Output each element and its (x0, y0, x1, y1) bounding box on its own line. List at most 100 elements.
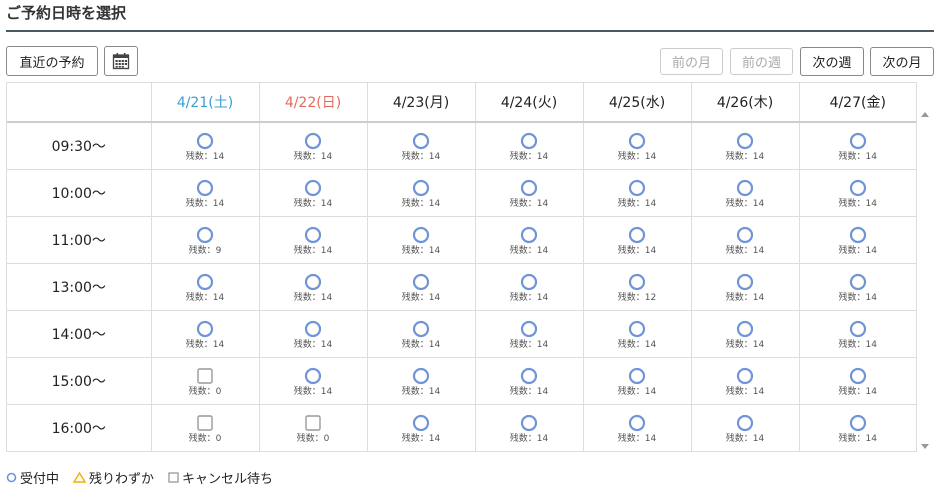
time-slot-cell[interactable]: 残数：14 (582, 404, 692, 451)
time-slot-cell[interactable]: 残数：14 (366, 404, 476, 451)
available-circle-icon[interactable] (412, 414, 430, 432)
time-slot-cell[interactable]: 残数：14 (798, 404, 916, 451)
time-slot-cell[interactable]: 残数：14 (798, 310, 916, 358)
available-circle-icon[interactable] (849, 414, 867, 432)
available-circle-icon[interactable] (849, 226, 867, 244)
time-slot-cell[interactable]: 残数：14 (582, 216, 692, 264)
time-slot-cell[interactable]: 残数：14 (150, 263, 260, 311)
time-slot-cell[interactable]: 残数：14 (690, 404, 800, 451)
time-slot-cell[interactable]: 残数：14 (366, 310, 476, 358)
available-circle-icon[interactable] (196, 226, 214, 244)
time-slot-cell[interactable]: 残数：14 (690, 310, 800, 358)
available-circle-icon[interactable] (628, 367, 646, 385)
available-circle-icon[interactable] (196, 132, 214, 150)
available-circle-icon[interactable] (304, 132, 322, 150)
time-slot-cell[interactable]: 残数：14 (258, 310, 368, 358)
available-circle-icon[interactable] (412, 273, 430, 291)
available-circle-icon[interactable] (849, 132, 867, 150)
scroll-up-arrow-icon[interactable] (921, 112, 929, 117)
available-circle-icon[interactable] (304, 273, 322, 291)
calendar-button[interactable] (104, 46, 138, 76)
available-circle-icon[interactable] (412, 320, 430, 338)
available-circle-icon[interactable] (736, 273, 754, 291)
time-slot-cell[interactable]: 残数：14 (150, 169, 260, 217)
available-circle-icon[interactable] (304, 226, 322, 244)
available-circle-icon[interactable] (736, 179, 754, 197)
available-circle-icon[interactable] (520, 226, 538, 244)
available-circle-icon[interactable] (736, 226, 754, 244)
available-circle-icon[interactable] (412, 132, 430, 150)
time-slot-cell[interactable]: 残数：14 (690, 357, 800, 405)
time-slot-cell[interactable]: 残数：14 (582, 357, 692, 405)
time-slot-cell[interactable]: 残数：14 (258, 169, 368, 217)
time-slot-cell[interactable]: 残数：14 (366, 357, 476, 405)
time-slot-cell[interactable]: 残数：14 (690, 216, 800, 264)
time-slot-cell[interactable]: 残数：14 (474, 169, 584, 217)
time-slot-cell[interactable]: 残数：14 (150, 310, 260, 358)
recent-reservation-button[interactable]: 直近の予約 (6, 46, 98, 76)
time-slot-cell[interactable]: 残数：14 (582, 169, 692, 217)
available-circle-icon[interactable] (628, 320, 646, 338)
time-slot-cell[interactable]: 残数：14 (366, 121, 476, 170)
time-slot-cell[interactable]: 残数：9 (150, 216, 260, 264)
prev-week-button[interactable]: 前の週 (730, 48, 793, 75)
available-circle-icon[interactable] (304, 320, 322, 338)
time-slot-cell[interactable]: 残数：14 (690, 121, 800, 170)
time-slot-cell[interactable]: 残数：14 (798, 216, 916, 264)
time-slot-cell[interactable]: 残数：14 (798, 263, 916, 311)
available-circle-icon[interactable] (196, 320, 214, 338)
available-circle-icon[interactable] (628, 273, 646, 291)
time-slot-cell[interactable]: 残数：14 (366, 263, 476, 311)
available-circle-icon[interactable] (520, 367, 538, 385)
time-slot-cell[interactable]: 残数：14 (798, 169, 916, 217)
available-circle-icon[interactable] (520, 414, 538, 432)
time-slot-cell[interactable]: 残数：14 (474, 310, 584, 358)
time-slot-cell[interactable]: 残数：14 (258, 357, 368, 405)
available-circle-icon[interactable] (628, 414, 646, 432)
time-slot-cell[interactable]: 残数：14 (474, 404, 584, 451)
available-circle-icon[interactable] (849, 179, 867, 197)
available-circle-icon[interactable] (628, 226, 646, 244)
time-slot-cell[interactable]: 残数：14 (366, 216, 476, 264)
available-circle-icon[interactable] (412, 226, 430, 244)
scroll-down-arrow-icon[interactable] (921, 444, 929, 449)
time-slot-cell[interactable]: 残数：14 (474, 121, 584, 170)
available-circle-icon[interactable] (520, 320, 538, 338)
time-slot-cell[interactable]: 残数：14 (258, 121, 368, 170)
available-circle-icon[interactable] (520, 273, 538, 291)
next-month-button[interactable]: 次の月 (870, 47, 934, 76)
time-slot-cell[interactable]: 残数：14 (258, 216, 368, 264)
available-circle-icon[interactable] (520, 179, 538, 197)
available-circle-icon[interactable] (196, 273, 214, 291)
available-circle-icon[interactable] (849, 367, 867, 385)
time-slot-cell[interactable]: 残数：14 (582, 121, 692, 170)
time-slot-cell[interactable]: 残数：14 (366, 169, 476, 217)
available-circle-icon[interactable] (412, 367, 430, 385)
available-circle-icon[interactable] (736, 367, 754, 385)
available-circle-icon[interactable] (304, 179, 322, 197)
available-circle-icon[interactable] (736, 414, 754, 432)
time-slot-cell[interactable]: 残数：14 (150, 121, 260, 170)
vertical-scrollbar[interactable] (917, 84, 934, 452)
available-circle-icon[interactable] (304, 367, 322, 385)
time-slot-cell[interactable]: 残数：14 (798, 357, 916, 405)
time-slot-cell[interactable]: 残数：14 (474, 263, 584, 311)
available-circle-icon[interactable] (520, 132, 538, 150)
available-circle-icon[interactable] (628, 132, 646, 150)
available-circle-icon[interactable] (849, 320, 867, 338)
scrollbar-track[interactable] (917, 84, 934, 452)
time-slot-cell[interactable]: 残数：14 (474, 357, 584, 405)
available-circle-icon[interactable] (628, 179, 646, 197)
time-slot-cell[interactable]: 残数：14 (258, 263, 368, 311)
available-circle-icon[interactable] (196, 179, 214, 197)
time-slot-cell[interactable]: 残数：14 (690, 169, 800, 217)
time-slot-cell[interactable]: 残数：14 (798, 121, 916, 170)
time-slot-cell[interactable]: 残数：14 (690, 263, 800, 311)
time-slot-cell[interactable]: 残数：14 (474, 216, 584, 264)
available-circle-icon[interactable] (736, 320, 754, 338)
available-circle-icon[interactable] (736, 132, 754, 150)
available-circle-icon[interactable] (849, 273, 867, 291)
prev-month-button[interactable]: 前の月 (660, 48, 723, 75)
time-slot-cell[interactable]: 残数：14 (582, 310, 692, 358)
available-circle-icon[interactable] (412, 179, 430, 197)
